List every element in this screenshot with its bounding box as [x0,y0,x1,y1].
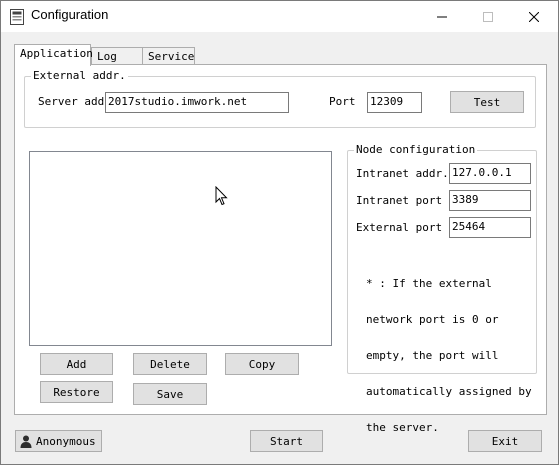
user-label: Anonymous [36,434,96,448]
server-addr-label: Server addr [38,95,111,108]
external-addr-group-label: External addr. [31,69,128,82]
user-button[interactable]: Anonymous [15,430,102,452]
delete-button[interactable]: Delete [133,353,207,375]
node-config-group-label: Node configuration [354,143,478,156]
tab-application-label: Application [20,47,93,60]
copy-button[interactable]: Copy [225,353,299,375]
minimize-button[interactable] [419,1,465,32]
tab-service-label: Service [148,50,195,63]
application-tab-panel: External addr. Server addr 2017studio.im… [14,64,547,434]
title-bar[interactable]: Configuration [1,1,558,32]
tab-service[interactable]: Service [142,47,195,65]
intranet-port-label: Intranet port [356,194,443,207]
maximize-button[interactable] [465,1,511,32]
user-icon [20,435,32,448]
intranet-port-input[interactable]: 3389 [449,190,531,211]
save-button[interactable]: Save [133,383,207,405]
close-button[interactable] [511,1,557,32]
intranet-addr-label: Intranet addr. [356,167,449,180]
note-line: network port is 0 or [366,313,499,326]
note-line: automatically assigned by [366,385,532,398]
mapping-list[interactable] [29,151,332,346]
external-port-label: External port (* [356,221,462,234]
server-addr-input[interactable]: 2017studio.imwork.net [105,92,289,113]
port-label: Port [329,95,356,108]
external-port-input[interactable]: 25464 [449,217,531,238]
add-button[interactable]: Add [40,353,113,375]
port-input[interactable]: 12309 [367,92,422,113]
configuration-window: Configuration Application Log Service Ex… [0,0,559,465]
note-line: * : If the external [366,277,492,290]
start-button[interactable]: Start [250,430,323,452]
window-title: Configuration [31,7,109,22]
exit-button[interactable]: Exit [468,430,542,452]
note-line: empty, the port will [366,349,499,362]
tab-log-label: Log [97,50,117,63]
mouse-cursor-icon [215,186,228,206]
minimize-icon [437,16,447,17]
tab-application[interactable]: Application [14,44,93,66]
test-button[interactable]: Test [450,91,524,113]
app-icon [10,9,24,25]
intranet-addr-input[interactable]: 127.0.0.1 [449,163,531,184]
maximize-icon [483,11,493,22]
restore-button[interactable]: Restore [40,381,113,403]
close-icon [529,11,539,22]
tab-log[interactable]: Log [91,47,143,65]
external-port-note: * : If the external network port is 0 or… [366,254,532,458]
